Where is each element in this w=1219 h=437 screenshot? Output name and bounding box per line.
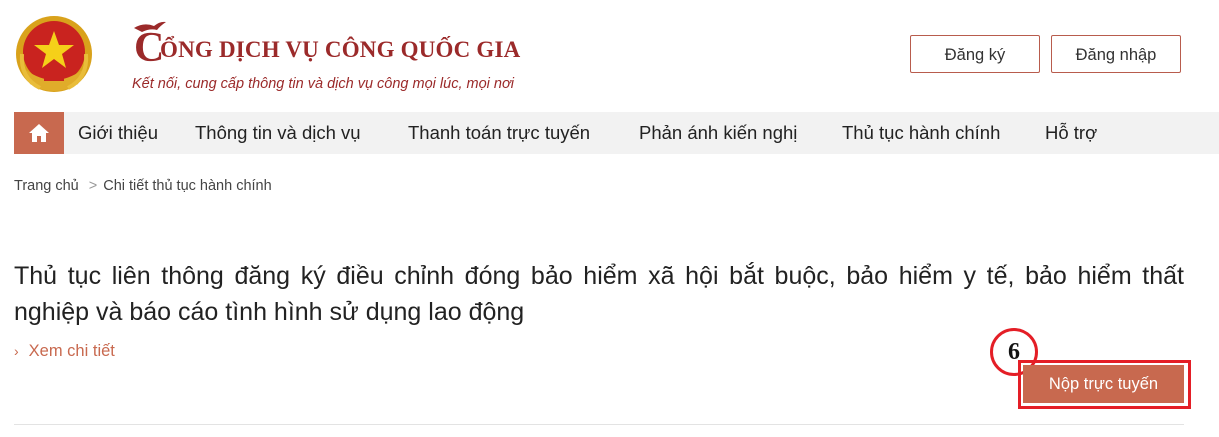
nav-item-thong-tin-dich-vu[interactable]: Thông tin và dịch vụ	[195, 112, 361, 154]
site-title-initial: C	[134, 25, 165, 71]
nav-item-thanh-toan[interactable]: Thanh toán trực tuyến	[408, 112, 590, 154]
nav-item-phan-anh[interactable]: Phản ánh kiến nghị	[639, 112, 797, 154]
submit-online-button[interactable]: Nộp trực tuyến	[1023, 365, 1184, 403]
main-navbar: Giới thiệu Thông tin và dịch vụ Thanh to…	[14, 112, 1219, 154]
home-icon	[29, 124, 49, 142]
site-title-text: ỔNG DỊCH VỤ CÔNG QUỐC GIA	[160, 37, 521, 62]
login-button[interactable]: Đăng nhập	[1051, 35, 1181, 73]
breadcrumb: Trang chủ > Chi tiết thủ tục hành chính	[14, 178, 272, 194]
view-detail-label: Xem chi tiết	[28, 342, 115, 360]
chevron-right-icon: ›	[14, 343, 19, 359]
breadcrumb-separator: >	[88, 178, 98, 194]
procedure-title: Thủ tục liên thông đăng ký điều chỉnh đó…	[14, 262, 1184, 326]
site-title: C ỔNG DỊCH VỤ CÔNG QUỐC GIA	[134, 25, 521, 71]
breadcrumb-current: Chi tiết thủ tục hành chính	[103, 178, 272, 194]
breadcrumb-home-link[interactable]: Trang chủ	[14, 178, 79, 194]
nav-item-ho-tro[interactable]: Hỗ trợ	[1045, 112, 1097, 154]
nav-home-button[interactable]	[14, 112, 64, 154]
national-emblem-icon	[16, 16, 92, 92]
content-divider	[14, 424, 1184, 425]
site-tagline: Kết nối, cung cấp thông tin và dịch vụ c…	[132, 76, 514, 92]
nav-item-thu-tuc[interactable]: Thủ tục hành chính	[842, 112, 1000, 154]
view-detail-link[interactable]: › Xem chi tiết	[14, 342, 115, 361]
nav-item-gioi-thieu[interactable]: Giới thiệu	[78, 112, 158, 154]
register-button[interactable]: Đăng ký	[910, 35, 1040, 73]
